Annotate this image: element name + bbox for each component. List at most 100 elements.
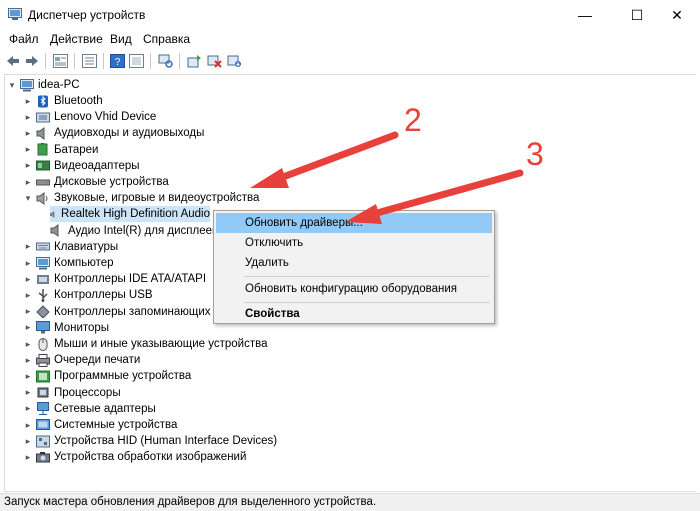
tree-category[interactable]: ▸ Дисковые устройства (23, 174, 169, 190)
tree-child-item[interactable]: Realtek High Definition Audio (50, 206, 210, 223)
chevron-right-icon[interactable]: ▸ (23, 401, 33, 417)
chevron-right-icon[interactable]: ▸ (23, 142, 33, 158)
properties-menu-item[interactable]: Свойства (216, 304, 492, 324)
tree-category[interactable]: ▸ Bluetooth (23, 93, 103, 109)
tree-item-label: Аудио Intel(R) для дисплеев (68, 224, 219, 237)
tree-category[interactable]: ▸ Мониторы (23, 320, 109, 336)
tree-category[interactable]: ▸ Контроллеры USB (23, 287, 153, 303)
menu-help[interactable]: Справка (143, 32, 190, 46)
tree-child-item[interactable]: Аудио Intel(R) для дисплеев (50, 223, 218, 239)
tree-category[interactable]: ▸ Системные устройства (23, 417, 177, 433)
tree-item-label: Процессоры (54, 386, 121, 399)
chevron-right-icon[interactable]: ▸ (23, 125, 33, 141)
view-icon (81, 54, 97, 68)
chevron-right-icon[interactable]: ▸ (23, 336, 33, 352)
tree-category[interactable]: ▸ Устройства HID (Human Interface Devices… (23, 433, 277, 449)
chevron-right-icon[interactable]: ▸ (23, 287, 33, 303)
close-icon: ✕ (671, 6, 683, 23)
chevron-right-icon[interactable]: ▸ (23, 417, 33, 433)
tree-category[interactable]: ▾ Звуковые, игровые и видеоустройства (23, 190, 259, 206)
chevron-right-icon[interactable]: ▸ (23, 352, 33, 368)
tree-category[interactable]: ▸ Устройства обработки изображений (23, 449, 247, 465)
scan-hardware-icon (158, 54, 173, 68)
network-adapter-icon (37, 402, 49, 416)
tree-category[interactable]: ▸ Очереди печати (23, 352, 140, 368)
tree-item-label: Мыши и иные указывающие устройства (54, 338, 268, 350)
chevron-right-icon[interactable]: ▸ (23, 271, 33, 287)
properties-button[interactable] (51, 52, 69, 70)
device-manager-app-icon (8, 8, 22, 20)
disable-device-button[interactable] (205, 52, 223, 70)
storage-controller-icon (36, 305, 50, 319)
device-manager-window: Диспетчер устройств — ☐ ✕ Файл Действие … (0, 0, 700, 511)
uninstall-device-button[interactable] (225, 52, 243, 70)
help-button[interactable]: ? (108, 52, 126, 70)
hid-device-icon (36, 112, 50, 123)
close-button[interactable]: ✕ (654, 0, 700, 30)
update-driver-icon (187, 55, 201, 68)
chevron-right-icon[interactable]: ▸ (23, 109, 33, 125)
uninstall-menu-item[interactable]: Удалить (216, 253, 492, 273)
disk-drive-icon (36, 179, 50, 185)
tree-category[interactable]: ▸ Сетевые адаптеры (23, 401, 156, 417)
toolbar-separator (179, 53, 180, 69)
tree-root[interactable]: ▾ idea-PC (7, 77, 80, 93)
minimize-icon: — (578, 7, 592, 23)
tree-category[interactable]: ▸ Процессоры (23, 385, 121, 401)
properties-label: Свойства (245, 308, 300, 320)
chevron-down-icon[interactable]: ▾ (23, 190, 33, 206)
update-drivers-label: Обновить драйверы... (245, 217, 363, 229)
annotation-number-2: 2 (404, 102, 422, 138)
minimize-button[interactable]: — (562, 0, 608, 30)
chevron-right-icon[interactable]: ▸ (23, 174, 33, 190)
scan-hardware-button[interactable] (156, 52, 174, 70)
tree-category[interactable]: ▸ Видеоадаптеры (23, 158, 140, 174)
chevron-right-icon[interactable]: ▸ (23, 239, 33, 255)
tree-category[interactable]: ▸ Батареи (23, 142, 98, 158)
back-button[interactable] (4, 52, 22, 70)
tree-category[interactable]: ▸ Мыши и иные указывающие устройства (23, 336, 268, 352)
chevron-right-icon[interactable]: ▸ (23, 304, 33, 320)
tree-category[interactable]: ▸ Компьютер (23, 255, 114, 271)
chevron-right-icon[interactable]: ▸ (23, 93, 33, 109)
tree-category[interactable]: ▸ Lenovo Vhid Device (23, 109, 157, 125)
update-drivers-menu-item[interactable]: Обновить драйверы... (216, 213, 492, 233)
chevron-right-icon[interactable]: ▸ (23, 368, 33, 384)
tree-category[interactable]: ▸ Контроллеры IDE ATA/ATAPI (23, 271, 206, 287)
menu-action[interactable]: Действие (50, 32, 103, 46)
annotation-number-3: 3 (526, 136, 544, 172)
update-driver-button[interactable] (185, 52, 203, 70)
show-hidden-button[interactable] (127, 52, 145, 70)
chevron-right-icon[interactable]: ▸ (23, 449, 33, 465)
chevron-right-icon[interactable]: ▸ (23, 158, 33, 174)
toolbar: ? (0, 50, 700, 72)
menu-file[interactable]: Файл (9, 32, 39, 46)
chevron-right-icon[interactable]: ▸ (23, 433, 33, 449)
disable-device-icon (207, 55, 222, 68)
speaker-icon (50, 211, 55, 218)
disable-label: Отключить (245, 237, 304, 249)
menu-view[interactable]: Вид (110, 32, 132, 46)
chevron-right-icon[interactable]: ▸ (23, 255, 33, 271)
tree-item-label: Контроллеры IDE ATA/ATAPI (54, 273, 207, 286)
tree-category[interactable]: ▸ Аудиовходы и аудиовыходы (23, 125, 204, 141)
forward-button[interactable] (23, 52, 41, 70)
properties-icon (52, 54, 68, 68)
tree-category[interactable]: ▸ Программные устройства (23, 368, 191, 384)
disable-menu-item[interactable]: Отключить (216, 233, 492, 253)
usb-icon (38, 288, 48, 302)
scan-hardware-menu-item[interactable]: Обновить конфигурацию оборудования (216, 279, 492, 299)
tree-item-label: Батареи (54, 143, 99, 156)
view-button[interactable] (80, 52, 98, 70)
chevron-right-icon[interactable]: ▸ (23, 320, 33, 336)
chevron-right-icon[interactable]: ▸ (23, 385, 33, 401)
tree-category[interactable]: ▸ Клавиатуры (23, 239, 118, 255)
tree-item-label: Контроллеры USB (54, 289, 153, 302)
tree-item-label: Устройства обработки изображений (54, 451, 247, 464)
chevron-down-icon[interactable]: ▾ (7, 77, 17, 93)
camera-icon (36, 451, 50, 463)
display-adapter-icon (36, 160, 50, 171)
computer-icon (20, 78, 34, 91)
monitor-icon (36, 321, 50, 334)
battery-icon (37, 143, 48, 156)
